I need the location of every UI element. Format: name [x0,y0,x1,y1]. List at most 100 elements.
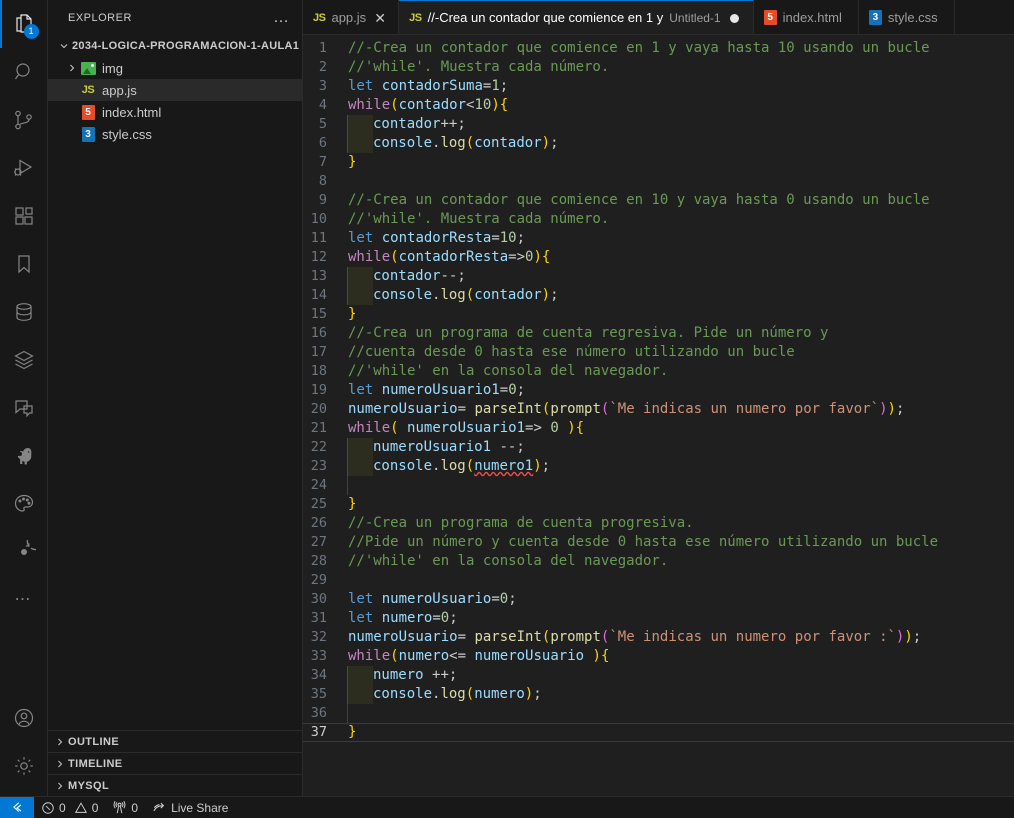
activitybar-item-target[interactable] [0,528,48,576]
code-line-content: let contadorResta=10; [348,229,1014,248]
code-line[interactable]: 18 //'while' en la consola del navegador. [303,362,1014,381]
code-line[interactable]: 14 console.log(contador); [303,286,1014,305]
sidebar-section-outline[interactable]: OUTLINE [48,730,302,752]
code-line[interactable]: 2 //'while'. Muestra cada número. [303,58,1014,77]
code-line[interactable]: 28 //'while' en la consola del navegador. [303,552,1014,571]
tab-app-js[interactable]: JS app.js ✕ [303,0,400,34]
activitybar-item-layers[interactable] [0,336,48,384]
code-line[interactable]: 17 //cuenta desde 0 hasta ese número util… [303,343,1014,362]
sidebar-section-timeline[interactable]: TIMELINE [48,752,302,774]
explorer-badge: 1 [23,24,39,39]
code-number: 0 [550,420,559,436]
code-line[interactable]: 22 numeroUsuario1 --; [303,438,1014,457]
code-line[interactable]: 37} [303,723,1014,742]
line-number: 34 [310,667,327,683]
tab-index-html[interactable]: 5 index.html [753,0,859,34]
code-line[interactable]: 16 //-Crea un programa de cuenta regresiv… [303,324,1014,343]
code-line[interactable]: 34 numero ++; [303,666,1014,685]
code-line[interactable]: 7} [303,153,1014,172]
code-line[interactable]: 6 console.log(contador); [303,134,1014,153]
status-remote-host[interactable] [0,796,34,818]
code-punctuation: ; [499,78,509,94]
code-line[interactable]: 24 [303,476,1014,495]
code-number: 0 [499,591,509,607]
activitybar-item-thunder-client[interactable] [0,432,48,480]
code-line-content: //'while' en la consola del navegador. [348,552,1014,571]
tree-root-folder[interactable]: 2034-LOGICA-PROGRAMACION-1-AULA1 [48,35,302,57]
activitybar-item-remote-explorer[interactable] [0,384,48,432]
code-line[interactable]: 33 while(numero<= numeroUsuario ){ [303,647,1014,666]
code-line[interactable]: 10 //'while'. Muestra cada número. [303,210,1014,229]
code-line[interactable]: 20 numeroUsuario= parseInt(prompt(`Me ind… [303,400,1014,419]
code-line[interactable]: 30 let numeroUsuario=0; [303,590,1014,609]
code-line[interactable]: 26 //-Crea un programa de cuenta progresi… [303,514,1014,533]
status-warnings-count: 0 [91,800,99,815]
code-line[interactable]: 5 contador++; [303,115,1014,134]
activitybar-item-source-control[interactable] [0,96,48,144]
code-line[interactable]: 29 [303,571,1014,590]
code-line[interactable]: 11 let contadorResta=10; [303,229,1014,248]
code-line[interactable]: 25} [303,495,1014,514]
activitybar-item-explorer[interactable]: 1 [0,0,48,48]
code-line[interactable]: 15} [303,305,1014,324]
code-identifier: numero [398,648,450,664]
activitybar-item-theme-palette[interactable] [0,480,48,528]
tab-style-css[interactable]: 3 style.css [858,0,955,34]
code-line[interactable]: 8 [303,172,1014,191]
image-folder-icon [80,60,96,76]
close-icon[interactable]: ✕ [372,11,388,25]
activitybar-item-extensions[interactable] [0,192,48,240]
code-line[interactable]: 32 numeroUsuario= parseInt(prompt(`Me ind… [303,628,1014,647]
code-line[interactable]: 3 let contadorSuma=1; [303,77,1014,96]
code-punctuation [373,591,381,607]
activitybar-item-accounts[interactable] [0,694,48,742]
code-line[interactable]: 31 let numero=0; [303,609,1014,628]
activitybar-item-bookmarks[interactable] [0,240,48,288]
line-number: 23 [310,458,327,474]
activitybar-item-manage-settings[interactable] [0,742,48,790]
code-comment: //-Crea un contador que comience en 10 y… [348,192,930,208]
code-line[interactable]: 36 [303,704,1014,723]
code-line[interactable]: 23 console.log(numero1); [303,457,1014,476]
indent-guide [347,134,373,153]
line-number: 33 [310,648,327,664]
tree-item-app-js[interactable]: JS app.js [48,79,302,101]
code-line-content [347,476,1014,495]
tree-item-img[interactable]: img [48,57,302,79]
tree-item-index-html[interactable]: 5 index.html [48,101,302,123]
code-identifier: numeroUsuario [474,648,585,664]
code-line[interactable]: 21 while( numeroUsuario1=> 0 ){ [303,419,1014,438]
code-identifier: contador [474,135,542,151]
code-line[interactable]: 19 let numeroUsuario1=0; [303,381,1014,400]
code-function: log [440,287,466,303]
sidebar-section-mysql[interactable]: MYSQL [48,774,302,796]
code-line-content: } [348,153,1014,172]
code-line[interactable]: 1 //-Crea un contador que comience en 1 y… [303,39,1014,58]
code-bracket: ) [567,420,576,436]
code-line[interactable]: 4 while(contador<10){ [303,96,1014,115]
code-bracket: { [575,420,585,436]
status-live-share[interactable]: Live Share [145,797,235,818]
dirty-indicator-icon[interactable] [727,12,743,24]
code-editor[interactable]: 1 //-Crea un contador que comience en 1 y… [303,35,1014,796]
code-line[interactable]: 9 //-Crea un contador que comience en 10 … [303,191,1014,210]
tab-untitled-1[interactable]: JS //-Crea un contador que comience en 1… [399,0,754,34]
code-line[interactable]: 12 while(contadorResta=>0){ [303,248,1014,267]
sidebar-more-actions-icon[interactable]: … [273,9,294,25]
activitybar-item-database[interactable] [0,288,48,336]
status-problems[interactable]: 0 0 [34,797,105,818]
code-control-keyword: while [348,648,391,664]
activitybar-item-run-and-debug[interactable] [0,144,48,192]
code-line[interactable]: 35 console.log(numero); [303,685,1014,704]
status-ports[interactable]: 0 [105,797,145,818]
activitybar-item-search[interactable] [0,48,48,96]
code-line[interactable]: 27 //Pide un número y cuenta desde 0 hast… [303,533,1014,552]
tree-item-style-css[interactable]: 3 style.css [48,123,302,145]
code-content[interactable]: 1 //-Crea un contador que comience en 1 y… [303,35,1014,742]
sidebar-header: EXPLORER … [48,0,302,35]
line-number: 25 [310,496,327,512]
code-line[interactable]: 13 contador--; [303,267,1014,286]
code-keyword: let [348,610,374,626]
code-punctuation: = [457,629,467,645]
activitybar-item-more-actions[interactable]: ⋯ [0,576,48,624]
